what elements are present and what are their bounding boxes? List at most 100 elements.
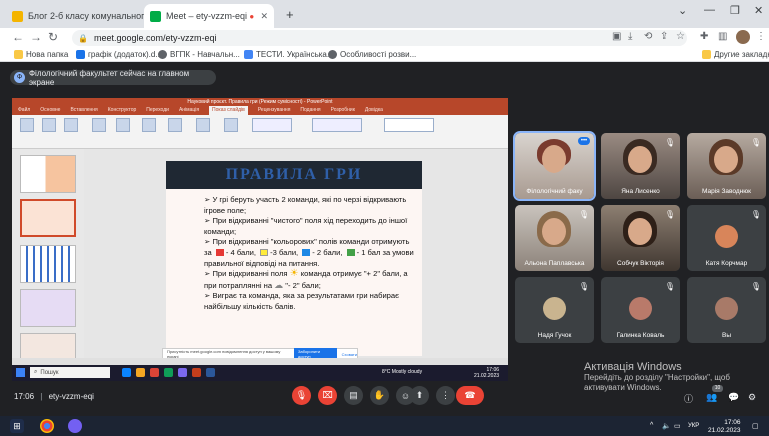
participant-tile[interactable]: 🎙 Альона Паплавська: [515, 205, 594, 271]
pp-tab[interactable]: Анімація: [179, 106, 199, 115]
word-icon[interactable]: [206, 368, 215, 377]
network-icon[interactable]: ▭: [674, 422, 681, 430]
windows-start-icon[interactable]: [16, 368, 25, 377]
viber-icon[interactable]: [68, 419, 82, 433]
ribbon-button-icon[interactable]: [168, 118, 182, 132]
bookmark-item[interactable]: Особливості розви...: [328, 50, 416, 59]
download-icon[interactable]: ⤓: [628, 31, 632, 42]
ribbon-button-icon[interactable]: [20, 118, 34, 132]
translate-icon[interactable]: ⟲: [644, 31, 652, 42]
ribbon-button-icon[interactable]: [196, 118, 210, 132]
tab-title: Блог 2-б класу комунального з: [28, 11, 144, 21]
captions-button[interactable]: ▤: [344, 386, 363, 405]
viber-icon[interactable]: [178, 368, 187, 377]
camera-off-button[interactable]: ⌧: [318, 386, 337, 405]
mic-off-button[interactable]: 🎙: [292, 386, 311, 405]
slide-thumbnail-selected[interactable]: [20, 199, 76, 237]
participant-name: Альона Паплавська: [524, 260, 585, 267]
slide-thumbnail[interactable]: [20, 289, 76, 327]
pp-tab[interactable]: Довідка: [365, 106, 383, 115]
back-icon[interactable]: ←: [12, 30, 24, 44]
app-icon[interactable]: [150, 368, 159, 377]
forward-icon[interactable]: →: [30, 30, 42, 44]
pp-tab[interactable]: Конструктор: [108, 106, 137, 115]
ribbon-button-icon[interactable]: [142, 118, 156, 132]
slide-thumbnail[interactable]: [20, 245, 76, 283]
ribbon-button-icon[interactable]: [42, 118, 56, 132]
language-indicator[interactable]: УКР: [688, 423, 699, 429]
slide-thumbnail[interactable]: [20, 155, 76, 193]
participant-name: Філологічний факу: [526, 188, 583, 195]
powerpoint-icon[interactable]: [192, 368, 201, 377]
taskbar-clock[interactable]: 17:06 21.02.2023: [708, 419, 741, 435]
participant-tile[interactable]: 🎙 Катя Корчмар: [687, 205, 766, 271]
ribbon-button-icon[interactable]: [64, 118, 78, 132]
explorer-icon[interactable]: [136, 368, 145, 377]
more-options-button[interactable]: ⋮: [436, 386, 455, 405]
windows-start-icon[interactable]: ⊞: [10, 419, 24, 433]
participant-tile[interactable]: 🎙 Собчук Вікторія: [601, 205, 680, 271]
hide-button[interactable]: Сховати: [342, 352, 357, 357]
taskview-icon[interactable]: [122, 368, 131, 377]
reload-icon[interactable]: ↻: [48, 30, 58, 44]
participant-tile-self[interactable]: 🎙 Вы: [687, 277, 766, 343]
pp-tab[interactable]: Переходи: [146, 106, 169, 115]
ribbon-button-icon[interactable]: [116, 118, 130, 132]
bookmark-item[interactable]: ТЕСТИ. Українська...: [244, 50, 334, 59]
pp-tab-selected[interactable]: Показ слайдів: [209, 106, 248, 115]
speaker-icon[interactable]: 🔈: [662, 422, 671, 430]
extensions-icon[interactable]: ✚: [700, 31, 708, 42]
bookmark-item[interactable]: ВГПК - Навчальн...: [158, 50, 240, 59]
address-bar[interactable]: 🔒 meet.google.com/ety-vzzm-eqi: [72, 30, 687, 46]
camera-icon[interactable]: ▣: [612, 31, 621, 42]
bookmark-label: ВГПК - Навчальн...: [170, 50, 240, 59]
tab-blog[interactable]: Блог 2-б класу комунального з ✕: [6, 4, 144, 28]
close-window-icon[interactable]: ✕: [754, 4, 763, 17]
clock-date: 21.02.2023: [708, 427, 741, 434]
close-tab-icon[interactable]: ✕: [256, 11, 268, 22]
participant-tile[interactable]: 🎙 Надя Гучок: [515, 277, 594, 343]
participant-name: Вы: [721, 332, 731, 339]
pp-tab[interactable]: Файл: [18, 106, 30, 115]
ribbon-checkboxes[interactable]: [312, 118, 362, 132]
participant-tile[interactable]: 🎙 Марія Заводнюк: [687, 133, 766, 199]
minimize-icon[interactable]: —: [704, 4, 715, 16]
chevron-down-icon[interactable]: ⌄: [678, 4, 687, 17]
end-call-button[interactable]: ☎: [456, 386, 484, 405]
participant-tile[interactable]: 🎙 Галинка Коваль: [601, 277, 680, 343]
menu-icon[interactable]: ⋮: [756, 31, 766, 42]
raise-hand-button[interactable]: ✋: [370, 386, 389, 405]
profile-avatar[interactable]: [736, 30, 750, 44]
tab-meet[interactable]: Meet – ety-vzzm-eqi ● ✕: [144, 4, 274, 28]
chat-icon[interactable]: 💬: [728, 392, 739, 403]
pp-tab[interactable]: Рецензування: [258, 106, 291, 115]
inner-search-box[interactable]: ⌕ Пошук: [30, 367, 110, 378]
info-icon[interactable]: ⓘ: [684, 392, 693, 405]
more-options-icon[interactable]: •••: [578, 137, 590, 145]
ribbon-button-icon[interactable]: [224, 118, 238, 132]
activities-icon[interactable]: ⚙: [748, 392, 756, 403]
bookmark-item[interactable]: графік (додаток).d...: [76, 50, 162, 59]
ribbon-checkboxes[interactable]: [252, 118, 292, 132]
chrome-icon[interactable]: [164, 368, 173, 377]
people-icon[interactable]: 👥: [706, 392, 717, 403]
ribbon-button-icon[interactable]: [92, 118, 106, 132]
pp-tab[interactable]: Вставлення: [70, 106, 97, 115]
bookmark-folder[interactable]: Нова папка: [14, 50, 68, 59]
pp-tab[interactable]: Основне: [40, 106, 60, 115]
restore-icon[interactable]: ❐: [730, 4, 740, 17]
participant-tile[interactable]: ••• Філологічний факу: [513, 131, 596, 201]
ribbon-dropdown[interactable]: [384, 118, 434, 132]
star-icon[interactable]: ☆: [676, 31, 685, 42]
pp-tab[interactable]: Подання: [300, 106, 320, 115]
present-button[interactable]: ⬆: [410, 386, 429, 405]
bookmark-other[interactable]: Другие закладки: [702, 50, 769, 59]
share-icon[interactable]: ⇪: [660, 31, 668, 42]
tray-arrow-icon[interactable]: ^: [650, 422, 653, 429]
participant-tile[interactable]: 🎙 Яна Лисенко: [601, 133, 680, 199]
chrome-icon[interactable]: [40, 419, 54, 433]
pp-tab[interactable]: Розробник: [331, 106, 355, 115]
new-tab-button[interactable]: +: [286, 7, 294, 22]
notifications-icon[interactable]: ▢: [752, 422, 759, 430]
sidepanel-icon[interactable]: ▥: [718, 31, 727, 42]
